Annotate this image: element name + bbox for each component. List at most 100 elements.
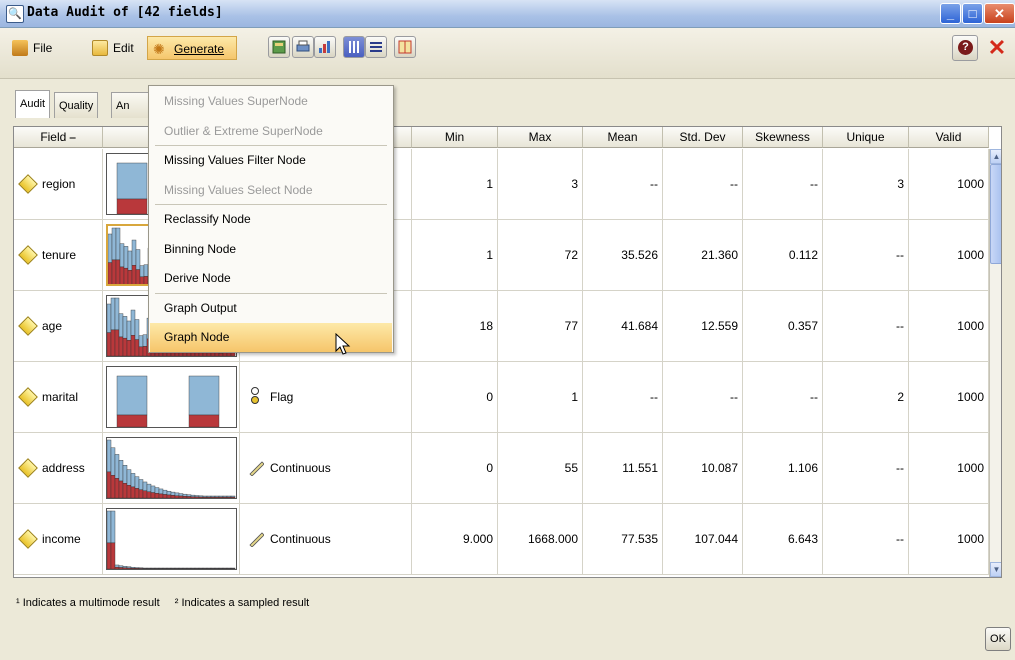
chart-button[interactable] — [314, 36, 336, 58]
measurement-cell: Continuous — [240, 433, 412, 503]
std-cell: 10.087 — [663, 433, 743, 503]
field-cell[interactable]: tenure — [14, 220, 103, 290]
measurement-label: Flag — [270, 390, 294, 404]
multimode-footnote: ¹ Indicates a multimode result — [16, 597, 160, 609]
toolbar: File Edit ✺ Generate ? ✕ — [0, 28, 1015, 79]
measurement-label: Continuous — [270, 532, 331, 546]
column-view-button[interactable] — [343, 36, 365, 58]
graph-cell[interactable] — [103, 362, 240, 432]
generate-menu-item-derive-node[interactable]: Derive Node — [150, 264, 392, 293]
vertical-scrollbar[interactable]: ▲ ▼ — [989, 149, 1001, 577]
field-cell[interactable]: region — [14, 149, 103, 219]
header-valid[interactable]: Valid — [909, 127, 989, 148]
max-cell: 77 — [498, 291, 583, 361]
field-cell[interactable]: income — [14, 504, 103, 574]
field-cell[interactable]: marital — [14, 362, 103, 432]
export-icon — [272, 40, 286, 54]
skew-cell: -- — [743, 149, 823, 219]
help-button[interactable]: ? — [952, 35, 978, 61]
header-unique[interactable]: Unique — [823, 127, 909, 148]
row-view-button[interactable] — [365, 36, 387, 58]
generate-icon: ✺ — [153, 41, 165, 57]
scroll-down-icon[interactable]: ▼ — [990, 562, 1001, 577]
graph-cell[interactable] — [103, 433, 240, 503]
min-cell: 9.000 — [412, 504, 498, 574]
min-cell: 0 — [412, 433, 498, 503]
header-skew[interactable]: Skewness — [743, 127, 823, 148]
header-max[interactable]: Max — [498, 127, 583, 148]
close-icon[interactable]: ✕ — [984, 35, 1010, 61]
generate-menu-item-reclassify-node[interactable]: Reclassify Node — [150, 205, 392, 234]
generate-menu-item-graph-node[interactable]: Graph Node — [150, 323, 392, 352]
max-cell: 1 — [498, 362, 583, 432]
skew-cell: 0.112 — [743, 220, 823, 290]
min-cell: 0 — [412, 362, 498, 432]
mean-cell: -- — [583, 149, 663, 219]
minimize-button[interactable]: _ — [940, 3, 961, 24]
chart-icon — [319, 41, 330, 53]
skew-cell: 1.106 — [743, 433, 823, 503]
data-audit-window: 🔍 Data Audit of [42 fields] _ □ ✕ File E… — [0, 0, 1015, 660]
field-cell[interactable]: age — [14, 291, 103, 361]
generate-menu-item-graph-output[interactable]: Graph Output — [150, 294, 392, 323]
generate-menu-item-missing-values-select-node: Missing Values Select Node — [164, 182, 313, 197]
file-menu[interactable]: File — [7, 36, 58, 60]
scroll-thumb[interactable] — [990, 164, 1001, 264]
histogram-thumbnail[interactable] — [106, 508, 237, 570]
unique-cell: -- — [823, 433, 909, 503]
continuous-icon — [249, 532, 264, 547]
table-row[interactable]: income Continuous 9.000 1668.000 77.535 107.0… — [14, 504, 989, 575]
field-diamond-icon — [18, 316, 38, 336]
measurement-cell: Flag — [240, 362, 412, 432]
ok-button[interactable]: OK — [985, 627, 1011, 651]
header-field[interactable]: Field ⎯ — [14, 127, 103, 148]
unique-cell: 3 — [823, 149, 909, 219]
min-cell: 18 — [412, 291, 498, 361]
histogram-thumbnail[interactable] — [106, 366, 237, 428]
valid-cell: 1000 — [909, 220, 989, 290]
field-name: income — [42, 532, 81, 546]
generate-dropdown-menu: Missing Values SuperNode Outlier & Extrem… — [148, 85, 394, 353]
rows-icon — [370, 42, 382, 52]
window-icon: 🔍 — [6, 5, 24, 23]
tab-annotations[interactable]: An — [111, 92, 151, 118]
header-mean[interactable]: Mean — [583, 127, 663, 148]
table-button[interactable] — [394, 36, 416, 58]
tab-quality[interactable]: Quality — [54, 92, 99, 118]
edit-menu[interactable]: Edit — [87, 36, 140, 60]
unique-cell: -- — [823, 291, 909, 361]
help-icon: ? — [958, 40, 973, 55]
generate-menu-item-missing-values-supernode: Missing Values SuperNode — [164, 94, 308, 108]
generate-menu[interactable]: ✺ Generate — [147, 36, 237, 60]
file-icon — [12, 40, 28, 56]
window-close-button[interactable]: ✕ — [984, 3, 1015, 24]
mean-cell: 11.551 — [583, 433, 663, 503]
maximize-button[interactable]: □ — [962, 3, 983, 24]
mean-cell: 41.684 — [583, 291, 663, 361]
generate-menu-item-binning-node[interactable]: Binning Node — [150, 235, 392, 264]
histogram-thumbnail[interactable] — [106, 437, 237, 499]
field-diamond-icon — [18, 387, 38, 407]
max-cell: 3 — [498, 149, 583, 219]
table-row[interactable]: marital Flag 0 1 -- -- -- 2 1000 — [14, 362, 989, 433]
tab-audit[interactable]: Audit — [15, 90, 51, 118]
skew-cell: -- — [743, 362, 823, 432]
generate-menu-label: Generate — [174, 42, 225, 56]
unique-cell: -- — [823, 504, 909, 574]
mean-cell: -- — [583, 362, 663, 432]
generate-menu-item-missing-values-filter-node[interactable]: Missing Values Filter Node — [150, 146, 392, 175]
header-min[interactable]: Min — [412, 127, 498, 148]
unique-cell: -- — [823, 220, 909, 290]
graph-cell[interactable] — [103, 504, 240, 574]
export-button[interactable] — [268, 36, 290, 58]
valid-cell: 1000 — [909, 291, 989, 361]
field-diamond-icon — [18, 458, 38, 478]
header-std[interactable]: Std. Dev — [663, 127, 743, 148]
table-row[interactable]: address Continuous 0 55 11.551 10.087 1.106 -- 1… — [14, 433, 989, 504]
print-button[interactable] — [292, 36, 314, 58]
scroll-up-icon[interactable]: ▲ — [990, 149, 1001, 164]
field-name: region — [42, 177, 76, 191]
field-cell[interactable]: address — [14, 433, 103, 503]
skew-cell: 6.643 — [743, 504, 823, 574]
title-bar[interactable]: 🔍 Data Audit of [42 fields] _ □ ✕ — [0, 0, 1015, 28]
